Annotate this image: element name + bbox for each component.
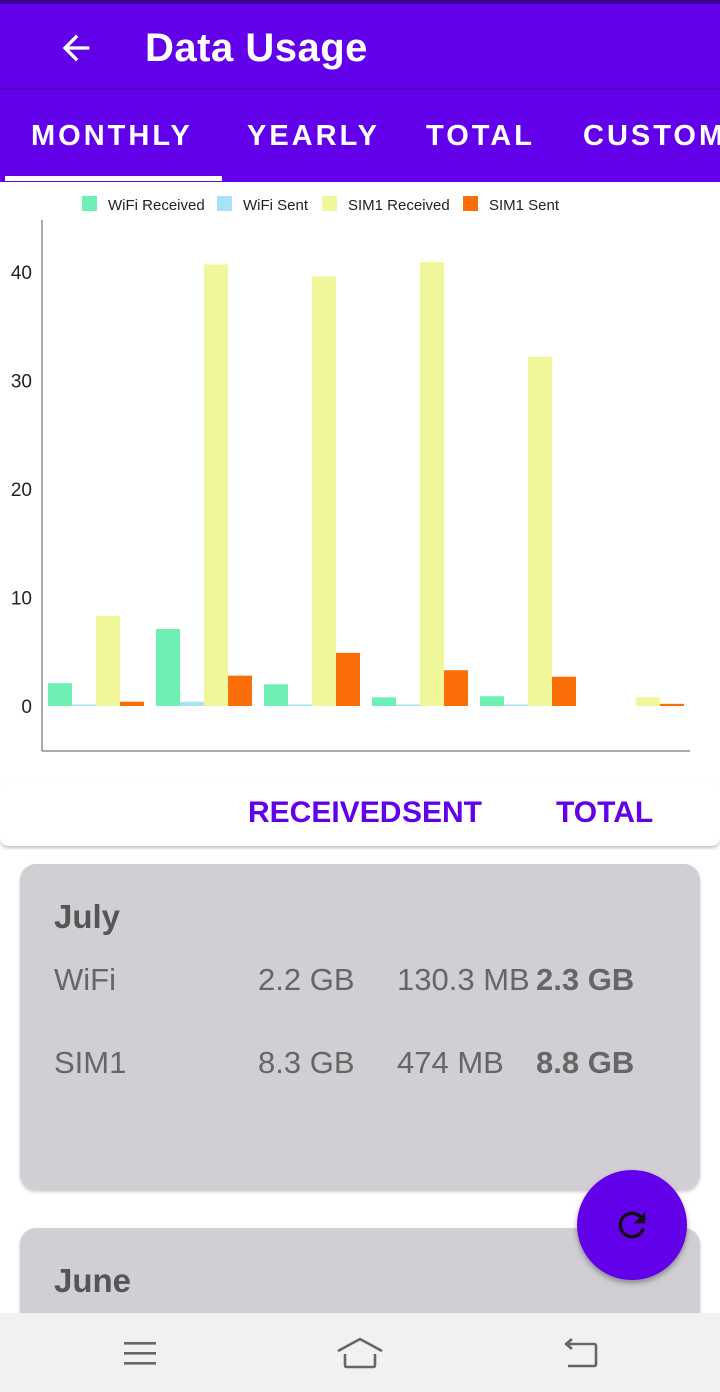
y-tick-label: 30 — [11, 372, 32, 393]
month-title: June — [54, 1262, 132, 1299]
bar — [528, 356, 552, 706]
sim1-total-value: 8.8 GB — [536, 1045, 635, 1080]
legend-label: SIM1 Received — [348, 197, 450, 214]
bar — [372, 697, 396, 706]
bar — [660, 703, 684, 706]
bar — [264, 684, 288, 706]
bar — [156, 628, 180, 706]
bar — [420, 262, 444, 706]
bar — [120, 701, 144, 706]
bar — [480, 696, 504, 706]
wifi-sent-value: 130.3 MB — [397, 962, 530, 997]
tab-total[interactable]: TOTAL — [426, 90, 535, 182]
header-total: TOTAL — [556, 796, 654, 829]
bar — [552, 676, 576, 706]
app-bar: Data Usage — [0, 0, 720, 88]
legend-swatch — [322, 196, 337, 211]
y-tick-label: 40 — [11, 263, 32, 284]
tab-monthly[interactable]: MONTHLY — [31, 90, 193, 182]
tab-bar: MONTHLY YEARLY TOTAL CUSTOM — [0, 88, 720, 182]
tab-selected-indicator — [5, 176, 222, 181]
legend-swatch — [82, 196, 97, 211]
bar — [504, 704, 528, 706]
refresh-button[interactable] — [577, 1170, 687, 1280]
bar — [204, 264, 228, 706]
y-tick-label: 0 — [21, 697, 32, 718]
back-nav-icon — [564, 1338, 598, 1368]
bar-chart-svg: 0 10 20 30 40 WiFi Received WiFi Sent SIM1 Rece… — [11, 196, 690, 752]
column-header: RECEIVED SENT TOTAL — [0, 780, 720, 846]
y-tick-label: 10 — [11, 589, 32, 610]
bar — [312, 276, 336, 706]
bar — [636, 697, 660, 706]
back-nav-button[interactable] — [550, 1331, 610, 1375]
system-nav-bar — [0, 1313, 720, 1392]
menu-icon — [124, 1342, 156, 1365]
sim1-sent-value: 474 MB — [397, 1045, 504, 1080]
back-button[interactable] — [50, 22, 102, 74]
page-title: Data Usage — [145, 26, 368, 70]
refresh-icon — [618, 1211, 646, 1239]
bar — [96, 615, 120, 706]
home-button[interactable] — [330, 1331, 390, 1375]
month-card-july[interactable]: July WiFi 2.2 GB 130.3 MB 2.3 GB SIM1 8.… — [20, 864, 700, 1190]
usage-chart: 0 10 20 30 40 WiFi Received WiFi Sent SIM1 Rece… — [0, 184, 720, 774]
legend-label: SIM1 Sent — [489, 197, 560, 214]
bar — [48, 683, 72, 706]
arrow-back-icon — [62, 34, 90, 62]
wifi-total-value: 2.3 GB — [536, 962, 635, 997]
wifi-received-value: 2.2 GB — [258, 962, 355, 997]
legend-label: WiFi Sent — [243, 197, 309, 214]
row-label-wifi: WiFi — [54, 962, 116, 997]
legend-swatch — [217, 196, 232, 211]
tab-custom[interactable]: CUSTOM — [583, 90, 720, 182]
bar — [336, 652, 360, 706]
tab-yearly[interactable]: YEARLY — [247, 90, 380, 182]
bar — [444, 670, 468, 706]
bar — [396, 704, 420, 706]
legend-swatch — [463, 196, 478, 211]
menu-button[interactable] — [110, 1331, 170, 1375]
y-tick-label: 20 — [11, 480, 32, 501]
sim1-received-value: 8.3 GB — [258, 1045, 355, 1080]
bar — [72, 704, 96, 706]
header-sent: SENT — [402, 796, 483, 829]
bar — [288, 704, 312, 706]
row-label-sim1: SIM1 — [54, 1045, 127, 1080]
bar — [228, 675, 252, 706]
month-title: July — [54, 898, 121, 935]
header-received: RECEIVED — [248, 796, 402, 829]
bar — [180, 701, 204, 706]
legend-label: WiFi Received — [108, 197, 205, 214]
home-icon — [337, 1337, 383, 1369]
